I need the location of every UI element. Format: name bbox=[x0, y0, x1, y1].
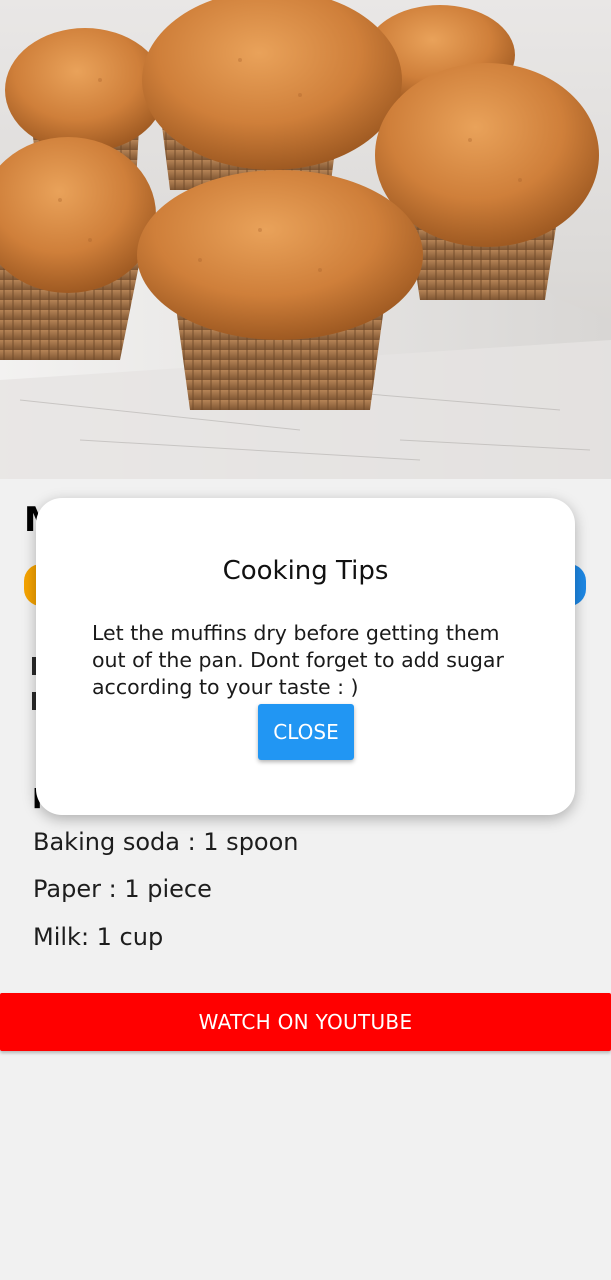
watch-on-youtube-button[interactable]: WATCH ON YOUTUBE bbox=[0, 993, 611, 1051]
dialog-message: Let the muffins dry before getting them … bbox=[92, 621, 504, 699]
ingredient-item: Baking soda : 1 spoon bbox=[33, 828, 299, 856]
cooking-tips-dialog: Cooking Tips Let the muffins dry before … bbox=[36, 498, 575, 815]
dialog-title: Cooking Tips bbox=[222, 556, 389, 586]
muffins-image bbox=[0, 0, 611, 479]
recipe-screen: M I Baking soda : 1 spoon Paper : 1 piec… bbox=[0, 0, 611, 1280]
ingredient-item: Milk: 1 cup bbox=[33, 923, 164, 951]
ingredient-item: Paper : 1 piece bbox=[33, 875, 212, 903]
muffins-photo-icon bbox=[0, 0, 611, 479]
close-button[interactable]: CLOSE bbox=[258, 704, 354, 760]
